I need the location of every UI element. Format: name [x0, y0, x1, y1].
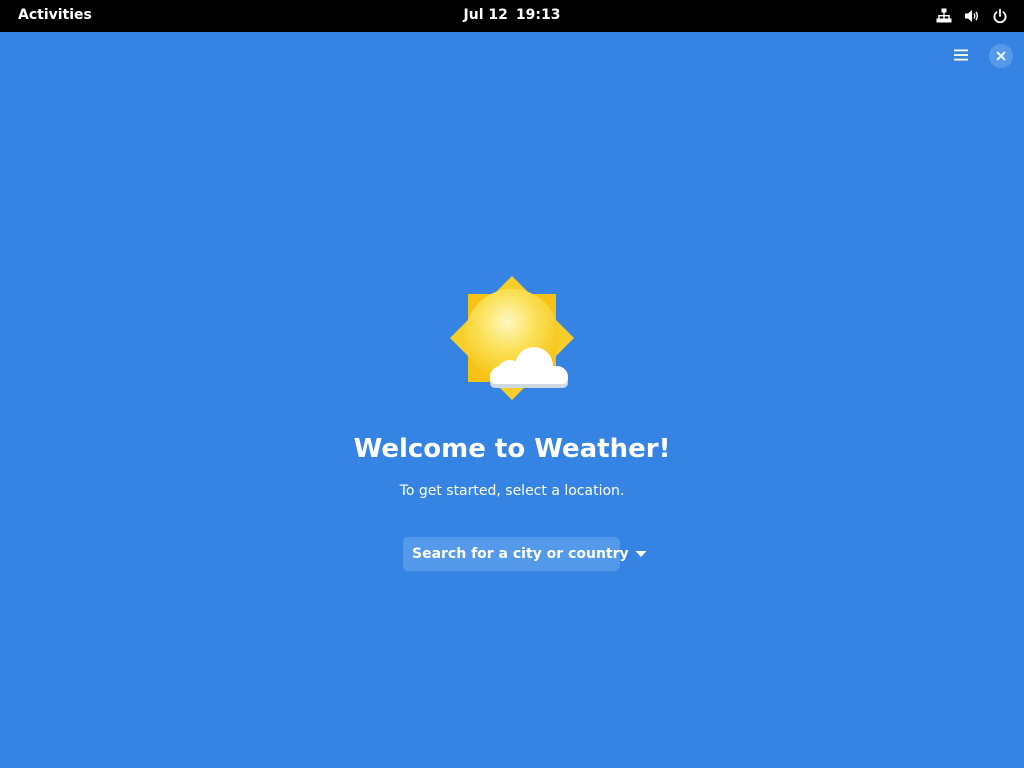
location-search-button[interactable]: Search for a city or country: [403, 537, 647, 571]
hamburger-menu-icon: [954, 49, 968, 61]
clock-date: Jul 12: [463, 7, 508, 23]
top-bar: Activities Jul 12 19:13: [0, 0, 1024, 32]
welcome-title: Welcome to Weather!: [353, 434, 671, 464]
close-icon: [996, 51, 1006, 61]
activities-button[interactable]: Activities: [10, 0, 100, 32]
main-menu-button[interactable]: [945, 41, 977, 69]
welcome-subtitle: To get started, select a location.: [399, 483, 625, 499]
network-wired-icon[interactable]: [930, 0, 958, 32]
clock-button[interactable]: Jul 12 19:13: [458, 0, 566, 32]
volume-icon[interactable]: [958, 0, 986, 32]
dropdown-arrow-icon: [635, 550, 647, 558]
weather-few-clouds-icon: [448, 274, 576, 402]
power-icon[interactable]: [986, 0, 1014, 32]
weather-window: Welcome to Weather! To get started, sele…: [0, 32, 1024, 768]
search-button-label: Search for a city or country: [412, 546, 629, 562]
system-tray[interactable]: [930, 0, 1014, 32]
clock-time: 19:13: [515, 7, 561, 23]
close-button[interactable]: [989, 44, 1013, 68]
